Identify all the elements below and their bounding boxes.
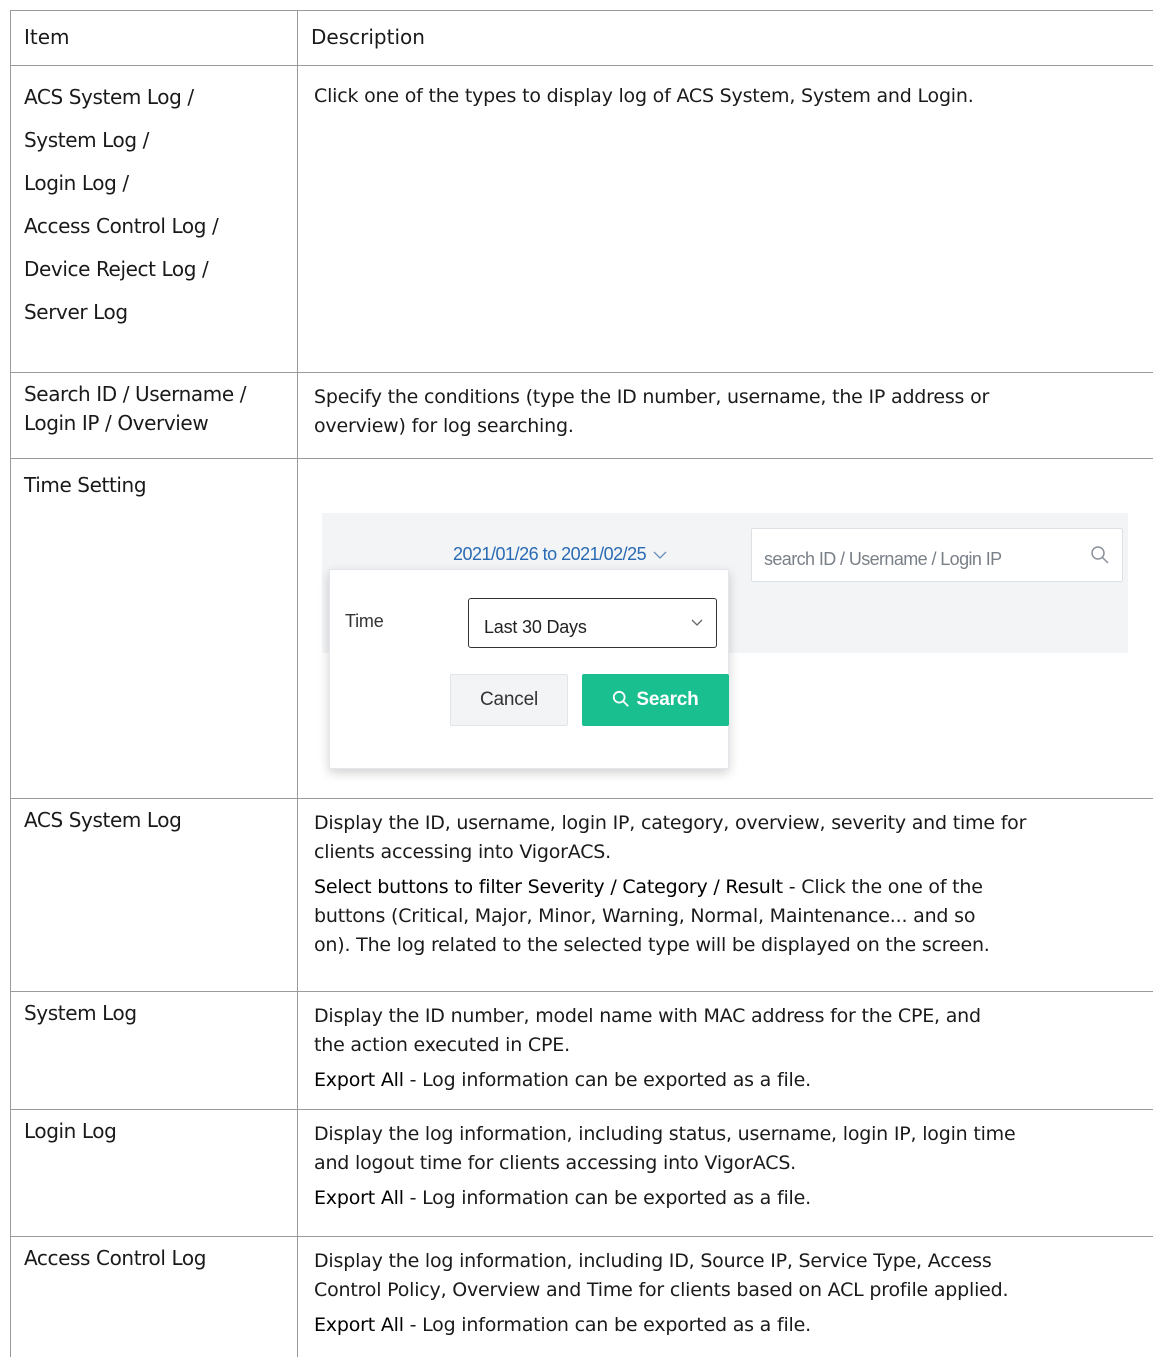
item-line: ACS System Log /: [24, 76, 289, 119]
time-select-value: Last 30 Days: [484, 613, 587, 642]
description-paragraph: Export All - Log information can be expo…: [314, 1311, 1143, 1340]
desc-cell-access: Display the log information, including I…: [298, 1237, 1153, 1357]
table-row: Search ID / Username / Login IP / Overvi…: [11, 373, 1153, 459]
item-line: Search ID / Username /: [24, 380, 289, 409]
description-line: Specify the conditions (type the ID numb…: [314, 383, 1143, 412]
description-line: buttons (Critical, Major, Minor, Warning…: [314, 902, 1143, 931]
table-header-row: Item Description: [11, 11, 1153, 66]
search-input[interactable]: search ID / Username / Login IP: [751, 528, 1123, 582]
description-text: Click one of the types to display log of…: [314, 82, 1143, 111]
description-line: Control Policy, Overview and Time for cl…: [314, 1276, 1143, 1305]
table-row: ACS System Log Display the ID, username,…: [11, 799, 1153, 992]
description-line: Display the log information, including s…: [314, 1120, 1143, 1149]
table-row: ACS System Log / System Log / Login Log …: [11, 66, 1153, 373]
chevron-down-icon: [653, 550, 667, 560]
table-row: Time Setting 2021/01/26 to 2021/02/25 se…: [11, 459, 1153, 799]
desc-cell-log-types: Click one of the types to display log of…: [298, 66, 1153, 373]
table-row: System Log Display the ID number, model …: [11, 992, 1153, 1110]
desc-cell-time-setting: 2021/01/26 to 2021/02/25 search ID / Use…: [298, 459, 1153, 799]
description-table: Item Description ACS System Log / System…: [10, 10, 1153, 1357]
item-line: Login IP / Overview: [24, 409, 289, 438]
item-cell-time-setting: Time Setting: [11, 459, 298, 799]
item-cell-acs: ACS System Log: [11, 799, 298, 992]
description-paragraph: Select buttons to filter Severity / Cate…: [314, 873, 1143, 960]
description-line: the action executed in CPE.: [314, 1031, 1143, 1060]
time-popup: Time Last 30 Days Cancel Search: [329, 569, 729, 769]
description-line: Display the ID, username, login IP, cate…: [314, 809, 1143, 838]
export-all-label: Export All: [314, 1314, 404, 1336]
description-text: - Log information can be exported as a f…: [404, 1187, 811, 1209]
date-range-dropdown[interactable]: 2021/01/26 to 2021/02/25: [453, 540, 667, 569]
description-text: - Log information can be exported as a f…: [404, 1314, 811, 1336]
search-icon[interactable]: [1090, 545, 1110, 565]
time-setting-screenshot: 2021/01/26 to 2021/02/25 search ID / Use…: [298, 487, 1128, 797]
item-cell-search: Search ID / Username / Login IP / Overvi…: [11, 373, 298, 459]
description-line: on). The log related to the selected typ…: [314, 931, 1143, 960]
description-line: Display the ID number, model name with M…: [314, 1002, 1143, 1031]
item-cell-log-types: ACS System Log / System Log / Login Log …: [11, 66, 298, 373]
desc-cell-login: Display the log information, including s…: [298, 1110, 1153, 1237]
desc-cell-system: Display the ID number, model name with M…: [298, 992, 1153, 1110]
search-icon: [612, 690, 630, 708]
item-cell-system: System Log: [11, 992, 298, 1110]
export-all-label: Export All: [314, 1069, 404, 1091]
item-cell-access: Access Control Log: [11, 1237, 298, 1357]
description-text: - Log information can be exported as a f…: [404, 1069, 811, 1091]
time-label: Time: [345, 607, 384, 636]
description-line: Display the log information, including I…: [314, 1247, 1143, 1276]
item-line: Login Log /: [24, 162, 289, 205]
chevron-down-icon: [690, 616, 704, 630]
item-line: Access Control Log /: [24, 205, 289, 248]
search-placeholder: search ID / Username / Login IP: [764, 545, 1002, 574]
description-paragraph: Display the ID number, model name with M…: [314, 1002, 1143, 1060]
item-line: System Log /: [24, 119, 289, 162]
search-button-label: Search: [636, 689, 698, 710]
table-row: Access Control Log Display the log infor…: [11, 1237, 1153, 1357]
item-cell-login: Login Log: [11, 1110, 298, 1237]
time-select[interactable]: Last 30 Days: [468, 598, 717, 648]
filter-label: Select buttons to filter Severity / Cate…: [314, 876, 783, 898]
description-paragraph: Display the log information, including I…: [314, 1247, 1143, 1305]
description-paragraph: Export All - Log information can be expo…: [314, 1184, 1143, 1213]
description-line: clients accessing into VigorACS.: [314, 838, 1143, 867]
search-button[interactable]: Search: [582, 674, 729, 726]
description-line: overview) for log searching.: [314, 412, 1143, 441]
description-paragraph: Display the log information, including s…: [314, 1120, 1143, 1178]
item-line: Server Log: [24, 291, 289, 334]
description-line: and logout time for clients accessing in…: [314, 1149, 1143, 1178]
desc-cell-acs: Display the ID, username, login IP, cate…: [298, 799, 1153, 992]
table-row: Login Log Display the log information, i…: [11, 1110, 1153, 1237]
cancel-button[interactable]: Cancel: [450, 674, 568, 726]
export-all-label: Export All: [314, 1187, 404, 1209]
desc-cell-search: Specify the conditions (type the ID numb…: [298, 373, 1153, 459]
description-paragraph: Export All - Log information can be expo…: [314, 1066, 1143, 1095]
description-text: - Click the one of the: [783, 876, 983, 898]
description-paragraph: Display the ID, username, login IP, cate…: [314, 809, 1143, 867]
header-item: Item: [11, 11, 298, 66]
date-range-text: 2021/01/26 to 2021/02/25: [453, 544, 646, 564]
header-description: Description: [298, 11, 1153, 66]
item-line: Device Reject Log /: [24, 248, 289, 291]
